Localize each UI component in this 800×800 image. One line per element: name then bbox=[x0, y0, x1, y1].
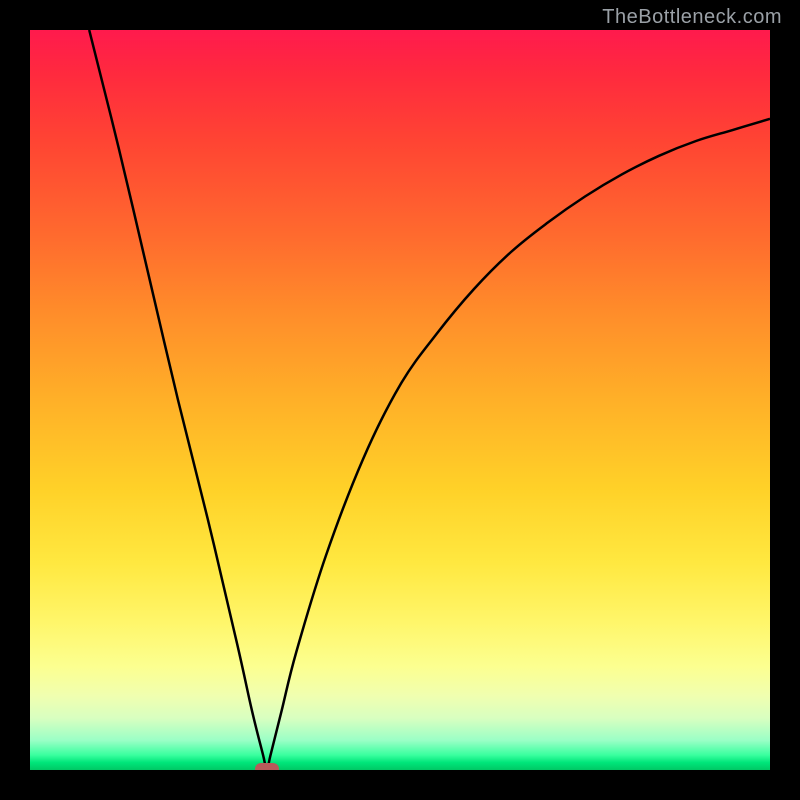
plot-area bbox=[30, 30, 770, 770]
optimal-point-marker bbox=[255, 763, 279, 770]
chart-frame: TheBottleneck.com bbox=[0, 0, 800, 800]
curve-path bbox=[89, 30, 770, 770]
bottleneck-curve bbox=[30, 30, 770, 770]
watermark-text: TheBottleneck.com bbox=[602, 6, 782, 29]
